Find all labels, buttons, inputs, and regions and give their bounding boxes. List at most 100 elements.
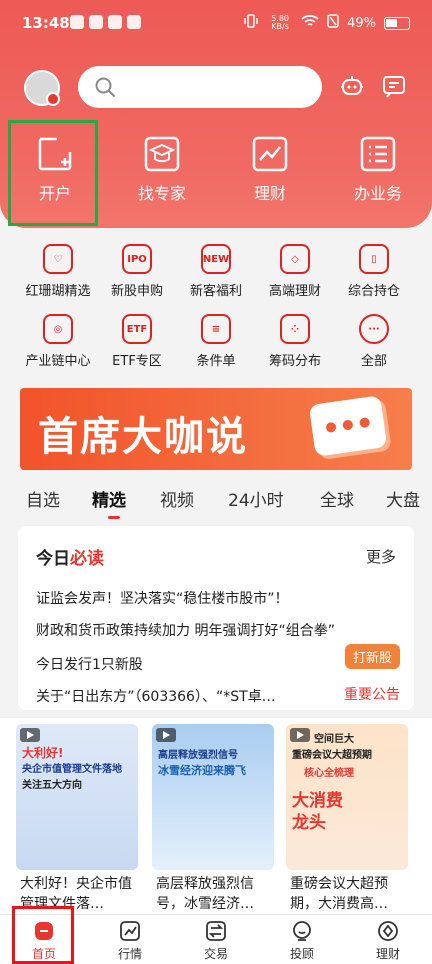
battery-percent: 49%	[347, 15, 376, 31]
quick-action-open-account[interactable]: 开户	[10, 130, 100, 210]
grid-label: 新客福利	[189, 284, 242, 299]
video-list: 大利好! 央企市值管理文件落地 关注五大方向 大利好！央企市值管理文件落… 高层…	[0, 718, 432, 914]
video-title: 高层释放强烈信号，冰雪经济…	[156, 876, 254, 912]
thumb-text: 冰雪经济迎来腾飞	[158, 764, 246, 777]
video-title: 大利好！央企市值管理文件落…	[20, 876, 132, 912]
nav-label: 首页	[31, 947, 56, 961]
diamond-icon: ◇	[280, 244, 310, 274]
status-time: 13:48	[22, 14, 70, 32]
app-notification-icon	[70, 15, 84, 29]
more-link[interactable]: 更多	[366, 546, 396, 567]
thumb-text: 高层释放强烈信号	[158, 750, 238, 761]
thumb-text: 央企市值管理文件落地	[22, 764, 122, 775]
new-icon: NEW	[201, 244, 231, 274]
nav-home[interactable]: 首页	[14, 919, 74, 962]
quick-action-label: 开户	[38, 184, 71, 203]
chart-icon	[252, 136, 288, 172]
quick-action-business[interactable]: 办业务	[333, 130, 423, 210]
wifi-icon	[301, 14, 319, 32]
market-icon	[120, 921, 140, 941]
play-icon	[156, 728, 176, 742]
advisor-icon	[293, 921, 311, 941]
news-item[interactable]: 财政和货币政策持续加力 明年强调打好“组合拳”	[36, 620, 335, 640]
vibrate-icon	[243, 14, 259, 32]
condition-order-icon: ≡	[201, 314, 231, 344]
quick-action-label: 找专家	[137, 184, 186, 203]
grid-label: 产业链中心	[25, 354, 91, 369]
tab-featured[interactable]: 精选	[92, 486, 126, 511]
grid-item-new-customer[interactable]: NEW 新客福利	[173, 240, 259, 304]
ipo-icon: IPO	[122, 244, 152, 274]
grid-item-condition-order[interactable]: ≡ 条件单	[173, 310, 259, 374]
new-stock-button[interactable]: 打新股	[344, 644, 400, 669]
news-item[interactable]: 证监会发声！坚决落实“稳住楼市股市”！	[36, 588, 289, 608]
promo-banner[interactable]: 首席大咖说	[20, 388, 412, 470]
important-notice-tag[interactable]: 重要公告	[344, 684, 400, 704]
thumb-text: 关注五大方向	[22, 780, 82, 791]
video-card[interactable]: 空间巨大 重磅会议大超预期 核心全梳理 大消费 龙头 重磅会议大超预期，大消费高…	[286, 724, 408, 914]
card-title-highlight: 必读	[70, 549, 104, 569]
card-title: 今日必读	[36, 544, 104, 569]
tab-watchlist[interactable]: 自选	[26, 486, 60, 511]
nav-market[interactable]: 行情	[100, 919, 160, 962]
tab-video[interactable]: 视频	[160, 486, 194, 511]
add-account-icon	[38, 137, 72, 171]
tab-global[interactable]: 全球	[320, 486, 354, 511]
etf-icon: ETF	[122, 314, 152, 344]
video-thumbnail: 高层释放强烈信号 冰雪经济迎来腾飞	[152, 724, 274, 870]
message-icon[interactable]	[380, 72, 408, 100]
grid-label: ETF专区	[112, 354, 162, 369]
news-item[interactable]: 今日发行1只新股	[36, 654, 143, 674]
trade-icon	[206, 921, 226, 941]
dice-icon: ⁘	[280, 314, 310, 344]
grid-label: 筹码分布	[268, 354, 321, 369]
status-bar: 13:48 5.80 KB/s 49%	[0, 0, 432, 48]
list-icon	[360, 136, 396, 172]
grid-item-red-coral[interactable]: ♡ 红珊瑚精选	[15, 240, 101, 304]
tiktok-icon	[108, 15, 122, 29]
grid-item-ipo[interactable]: IPO 新股申购	[94, 240, 180, 304]
app-notification-icon	[89, 15, 103, 29]
sim-off-icon	[327, 14, 339, 32]
search-icon	[95, 77, 115, 97]
grid-label: 全部	[360, 354, 387, 369]
grid-item-holdings[interactable]: ▯ 综合持仓	[331, 240, 417, 304]
quick-action-find-expert[interactable]: 找专家	[117, 130, 207, 210]
tab-24h[interactable]: 24小时	[228, 486, 284, 511]
thumb-text: 龙头	[292, 813, 326, 833]
notification-icons	[70, 15, 141, 29]
grid-item-all[interactable]: ··· 全部	[331, 310, 417, 374]
play-icon	[290, 728, 310, 742]
crown-icon	[127, 15, 141, 29]
video-thumbnail: 空间巨大 重磅会议大超预期 核心全梳理 大消费 龙头	[286, 724, 408, 870]
banner-title: 首席大咖说	[38, 413, 248, 460]
chat-bubble-icon	[308, 395, 388, 457]
tab-market[interactable]: 大盘	[386, 486, 420, 511]
grid-label: 红珊瑚精选	[25, 284, 91, 299]
grid-item-industry-chain[interactable]: ◎ 产业链中心	[15, 310, 101, 374]
net-speed-unit: KB/s	[271, 22, 289, 31]
home-icon	[35, 922, 53, 940]
search-input[interactable]	[78, 66, 322, 108]
customer-service-icon[interactable]	[338, 72, 366, 100]
content-tabs: 自选 精选 视频 24小时 全球 大盘	[0, 474, 432, 520]
avatar[interactable]	[24, 70, 60, 106]
nav-advisor[interactable]: 投顾	[272, 919, 332, 962]
grid-item-etf[interactable]: ETF ETF专区	[94, 310, 180, 374]
play-icon	[20, 728, 40, 742]
nav-label: 理财	[375, 947, 400, 961]
quick-action-finance[interactable]: 理财	[225, 130, 315, 210]
nav-finance[interactable]: 理财	[358, 919, 418, 962]
grid-item-premium-finance[interactable]: ◇ 高端理财	[252, 240, 338, 304]
video-card[interactable]: 高层释放强烈信号 冰雪经济迎来腾飞 高层释放强烈信号，冰雪经济…	[152, 724, 274, 914]
nav-trade[interactable]: 交易	[186, 919, 246, 962]
daily-must-read-card: 今日必读 更多 证监会发声！坚决落实“稳住楼市股市”！ 财政和货币政策持续加力 …	[18, 526, 414, 710]
video-card[interactable]: 大利好! 央企市值管理文件落地 关注五大方向 大利好！央企市值管理文件落…	[16, 724, 138, 914]
graduation-cap-icon	[144, 136, 180, 172]
grid-label: 高端理财	[268, 284, 321, 299]
thumb-text: 大利好!	[22, 746, 64, 760]
news-item[interactable]: 关于“日出东方”（603366）、“*ST卓…	[36, 686, 276, 706]
grid-item-chip-distribution[interactable]: ⁘ 筹码分布	[252, 310, 338, 374]
thumb-text: 空间巨大	[314, 734, 354, 745]
nav-label: 行情	[117, 947, 142, 961]
